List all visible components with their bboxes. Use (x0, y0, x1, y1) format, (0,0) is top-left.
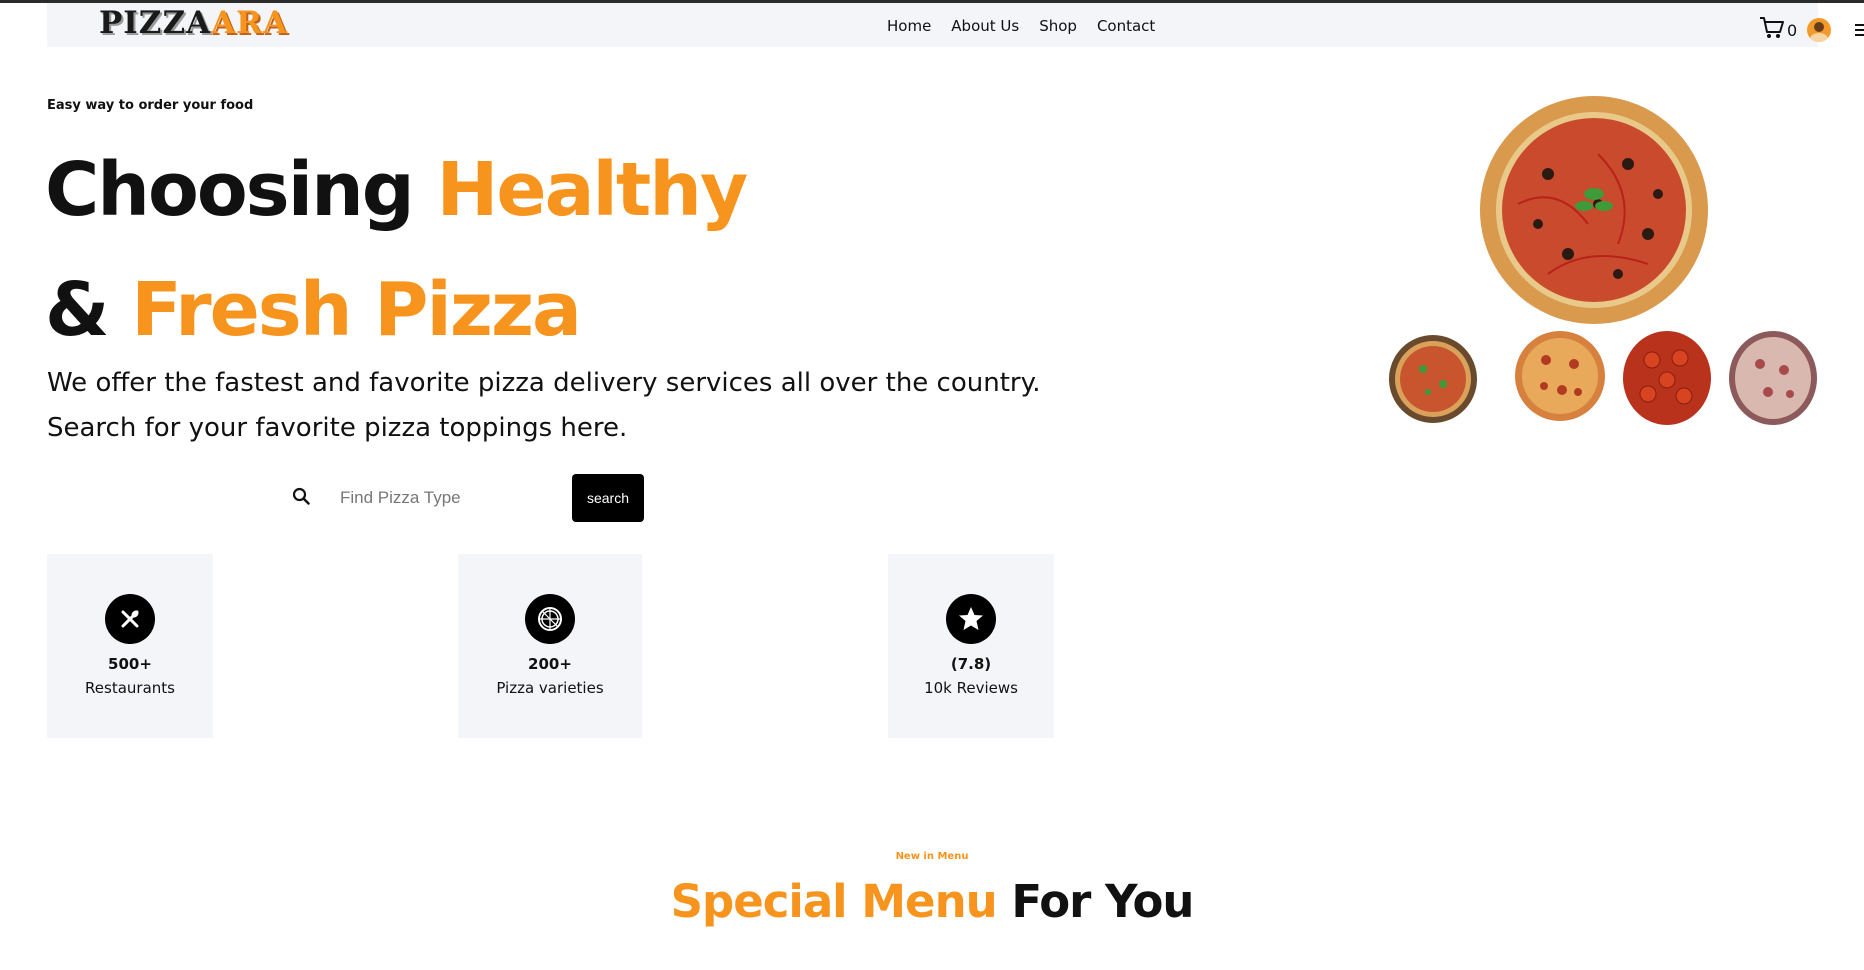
logo-part-1: PIZZA (99, 5, 212, 41)
menu-icon[interactable] (1855, 21, 1864, 39)
stat-label: 10k Reviews (924, 679, 1018, 697)
section-title-orange: Special Menu (670, 875, 998, 928)
stat-label: Pizza varieties (496, 679, 604, 697)
pizza-thumbnail-4[interactable] (1728, 330, 1818, 426)
stat-card-reviews: (7.8) 10k Reviews (888, 554, 1054, 738)
hero-title-line2-black: & (45, 267, 132, 353)
stat-card-varieties: 200+ Pizza varieties (458, 554, 642, 738)
section-title: Special Menu For You (0, 875, 1864, 928)
section-kicker: New in Menu (895, 851, 969, 862)
avatar[interactable] (1807, 18, 1832, 42)
search-bar: search (292, 474, 644, 522)
section-title-black: For You (996, 875, 1194, 928)
utensils-icon (105, 594, 155, 644)
pizza-thumbnail-2[interactable] (1514, 330, 1606, 422)
pizza-thumbnail-3[interactable] (1622, 330, 1712, 426)
cart-count: 0 (1787, 20, 1798, 40)
navbar: PIZZAARA Home About Us Shop Contact 0 (47, 3, 1864, 47)
stat-label: Restaurants (85, 679, 175, 697)
featured-pizza-image (1480, 96, 1708, 324)
logo-part-2: ARA (211, 5, 288, 41)
pizza-icon (525, 594, 575, 644)
nav-link-about[interactable]: About Us (951, 17, 1019, 35)
nav-link-home[interactable]: Home (887, 17, 931, 35)
hero-desc-line2: Search for your favorite pizza toppings … (47, 413, 628, 443)
hero-description: We offer the fastest and favorite pizza … (47, 361, 1147, 451)
nav-links: Home About Us Shop Contact (887, 17, 1175, 35)
pizza-thumbnail-1[interactable] (1388, 334, 1478, 424)
stat-number: 200+ (528, 655, 572, 673)
hero-desc-line1: We offer the fastest and favorite pizza … (47, 368, 1041, 398)
nav-actions: 0 (1759, 16, 1864, 44)
stat-number: (7.8) (950, 655, 992, 673)
hero-title-line2-orange: Fresh Pizza (131, 267, 582, 353)
stat-number: 500+ (108, 655, 152, 673)
hero-tagline: Easy way to order your food (47, 98, 254, 113)
hero-title: Choosing Healthy & Fresh Pizza (45, 130, 749, 370)
stat-card-restaurants: 500+ Restaurants (47, 554, 213, 738)
nav-link-shop[interactable]: Shop (1039, 17, 1077, 35)
star-icon (946, 594, 996, 644)
hero-title-line1-black: Choosing (45, 147, 437, 233)
cart-icon[interactable] (1759, 16, 1785, 44)
search-input[interactable] (338, 477, 562, 519)
search-button[interactable]: search (572, 474, 644, 522)
nav-link-contact[interactable]: Contact (1097, 17, 1155, 35)
hero-title-line1-orange: Healthy (436, 147, 749, 233)
search-icon (292, 487, 314, 509)
logo[interactable]: PIZZAARA (99, 3, 288, 43)
